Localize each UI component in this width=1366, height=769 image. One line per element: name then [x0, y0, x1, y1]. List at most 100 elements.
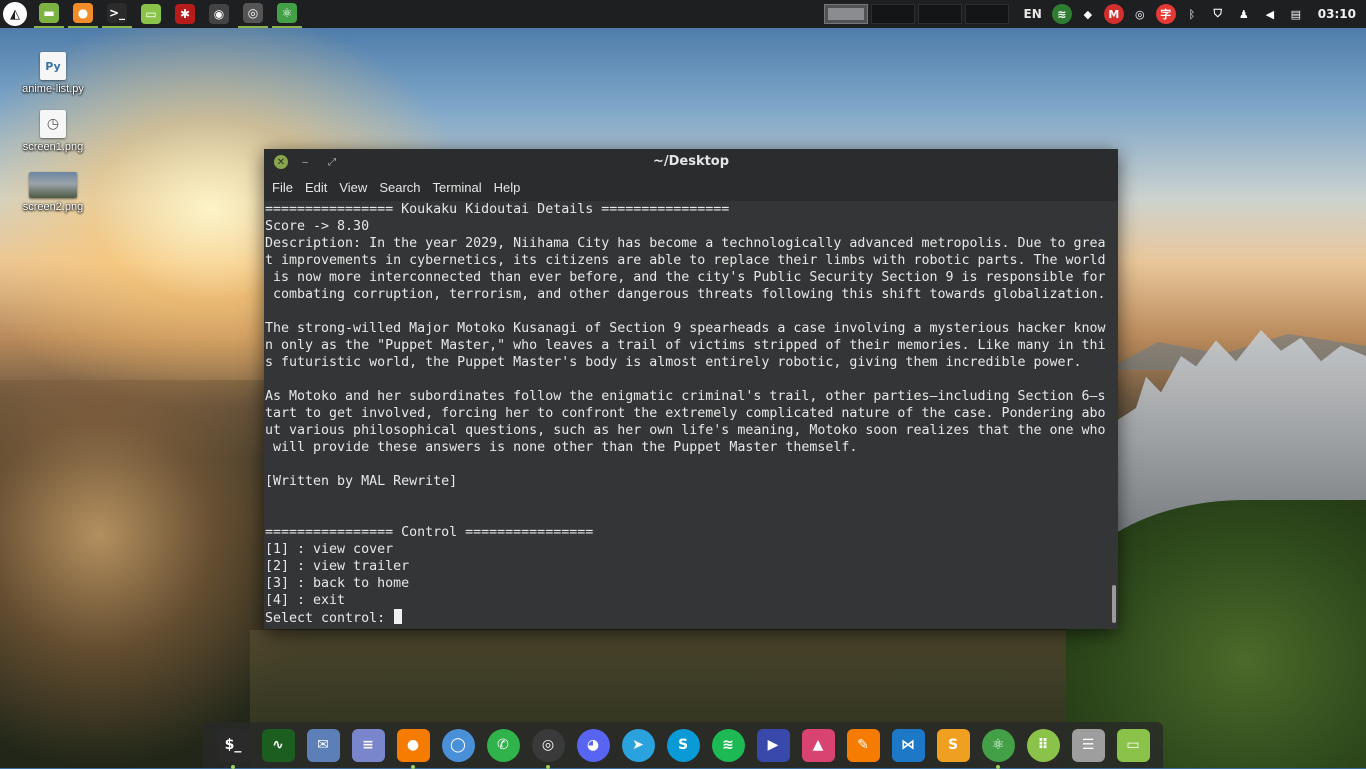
image-thumbnail-icon: [29, 172, 77, 198]
close-button[interactable]: ✕: [274, 155, 288, 169]
obs-tray-icon[interactable]: ◎: [1130, 4, 1150, 24]
volume-icon[interactable]: ◀: [1260, 4, 1280, 24]
text-editor-icon[interactable]: ≡: [351, 728, 385, 762]
drawing-icon[interactable]: ✎: [846, 728, 880, 762]
desktop-icon-label: anime-list.py: [22, 83, 84, 95]
window-titlebar[interactable]: ✕ ‒ ⤢ ~/Desktop: [264, 149, 1118, 175]
text-cursor: [394, 609, 403, 624]
panel-launcher[interactable]: ⚛: [272, 0, 302, 28]
panel-right: EN ≋ ◆ M ◎ 字 ᛒ ⛉ ♟ ◀ ▤ 03:10: [823, 0, 1366, 28]
clock[interactable]: 03:10: [1318, 7, 1356, 21]
maximize-button[interactable]: ⤢: [322, 152, 342, 172]
workspace-1[interactable]: [823, 4, 868, 24]
terminal-line: t improvements in cybernetics, its citiz…: [265, 253, 1106, 268]
menu-terminal[interactable]: Terminal: [427, 175, 488, 201]
scrollbar-thumb[interactable]: [1112, 585, 1116, 623]
telegram-icon[interactable]: ➤: [621, 728, 655, 762]
menu-file[interactable]: File: [266, 175, 299, 201]
desktop-icon-screen2[interactable]: screen2.png: [13, 172, 93, 213]
panel-launcher[interactable]: ◭: [0, 0, 30, 28]
terminal-line: will provide these answers is none other…: [265, 440, 858, 455]
panel-launcher[interactable]: ▬: [34, 0, 64, 28]
skype-icon[interactable]: S: [666, 728, 700, 762]
system-tray: ≋ ◆ M ◎ 字 ᛒ ⛉ ♟ ◀ ▤: [1051, 4, 1312, 24]
keyboard-layout[interactable]: EN: [1024, 7, 1042, 21]
image-viewer-icon[interactable]: ▲: [801, 728, 835, 762]
terminal-line: [Written by MAL Rewrite]: [265, 474, 458, 489]
panel-launcher[interactable]: ✱: [170, 0, 200, 28]
terminal-output[interactable]: ================ Koukaku Kidoutai Detail…: [264, 201, 1110, 629]
chromium-icon[interactable]: ◯: [441, 728, 475, 762]
workspace-4[interactable]: [964, 4, 1009, 24]
menu-icon: ◭: [3, 2, 27, 26]
menu-search[interactable]: Search: [373, 175, 426, 201]
firefox-dock-icon[interactable]: ●: [396, 728, 430, 769]
files-icon: ▬: [39, 3, 59, 23]
window-title: ~/Desktop: [652, 154, 730, 169]
shield-icon[interactable]: ⛉: [1208, 4, 1228, 24]
mega-icon[interactable]: M: [1103, 4, 1124, 24]
vscode-icon[interactable]: ⋈: [891, 728, 925, 762]
terminal-line: tart to get involved, forcing her to con…: [265, 406, 1106, 421]
workspace-2[interactable]: [870, 4, 915, 24]
terminal-line: [4] : exit: [265, 593, 346, 608]
desktop-icon-anime-list[interactable]: Py anime-list.py: [13, 52, 93, 95]
panel-launcher[interactable]: ◎: [238, 0, 268, 28]
notification-icon[interactable]: ♟: [1234, 4, 1254, 24]
terminal-prompt-line[interactable]: Select control:: [264, 609, 1110, 626]
terminal-line: n only as the "Puppet Master," who leave…: [265, 338, 1106, 353]
app-grid-icon[interactable]: ⠿: [1026, 728, 1060, 762]
terminal-line: The strong-willed Major Motoko Kusanagi …: [265, 321, 1106, 336]
terminal-line: [1] : view cover: [265, 542, 394, 557]
menu-edit[interactable]: Edit: [299, 175, 333, 201]
terminal-line: ================ Control ===============…: [265, 525, 594, 540]
firefox-icon: ●: [73, 3, 93, 23]
desktop-icon-label: screen1.png: [22, 141, 84, 153]
panel-launcher[interactable]: ●: [68, 0, 98, 28]
scrollbar[interactable]: [1110, 201, 1118, 629]
terminal-line: s futuristic world, the Puppet Master's …: [265, 355, 1082, 370]
system-monitor-icon[interactable]: ∿: [261, 728, 295, 762]
panel-launcher[interactable]: >_: [102, 0, 132, 28]
atom-icon: ⚛: [277, 3, 297, 23]
discord-icon[interactable]: ◕: [576, 728, 610, 762]
workspace-3[interactable]: [917, 4, 962, 24]
obs-icon: ◎: [243, 3, 263, 23]
menu-help[interactable]: Help: [488, 175, 527, 201]
clipboard-icon[interactable]: ▤: [1286, 4, 1306, 24]
terminal-line: ================ Koukaku Kidoutai Detail…: [265, 202, 730, 217]
sublime-icon[interactable]: S: [936, 728, 970, 762]
whatsapp-icon[interactable]: ✆: [486, 728, 520, 762]
obs-dock-icon[interactable]: ◎: [531, 728, 565, 769]
atom-dock-icon[interactable]: ⚛: [981, 728, 1015, 769]
files-dock-icon[interactable]: ▭: [1116, 728, 1150, 762]
workspace-switcher: [823, 4, 1012, 24]
bluetooth-icon[interactable]: ᛒ: [1182, 4, 1202, 24]
network-icon[interactable]: ≋: [1051, 4, 1072, 24]
top-panel: ◭ ▬ ● >_ ▭ ✱ ◉ ◎ ⚛ EN ≋ ◆ M ◎ 字 ᛒ ⛉ ♟ ◀ ▤ 03:10: [0, 0, 1366, 28]
terminal-dock-icon[interactable]: $_: [216, 728, 250, 769]
panel-launchers: ◭ ▬ ● >_ ▭ ✱ ◉ ◎ ⚛: [0, 0, 306, 28]
media-player-icon[interactable]: ▶: [756, 728, 790, 762]
panel-launcher[interactable]: ◉: [204, 0, 234, 28]
owl-icon: ◉: [209, 4, 229, 24]
menu-view[interactable]: View: [333, 175, 373, 201]
menu-bar: File Edit View Search Terminal Help: [264, 175, 1118, 201]
panel-launcher[interactable]: ▭: [136, 0, 166, 28]
desktop-icon-screen1[interactable]: ◷ screen1.png: [13, 110, 93, 153]
minimize-button[interactable]: ‒: [295, 152, 315, 172]
terminal-lines: ================ Koukaku Kidoutai Detail…: [264, 201, 1110, 609]
settings-icon[interactable]: ☰: [1071, 728, 1105, 762]
terminal-window[interactable]: ✕ ‒ ⤢ ~/Desktop File Edit View Search Te…: [264, 149, 1118, 629]
spotify-icon[interactable]: ≋: [711, 728, 745, 762]
dropbox-icon[interactable]: ◆: [1078, 4, 1098, 24]
terminal-prompt: Select control:: [265, 611, 394, 626]
translate-icon[interactable]: 字: [1155, 4, 1176, 24]
terminal-line: combating corruption, terrorism, and oth…: [265, 287, 1106, 302]
mail-icon[interactable]: ✉: [306, 728, 340, 762]
